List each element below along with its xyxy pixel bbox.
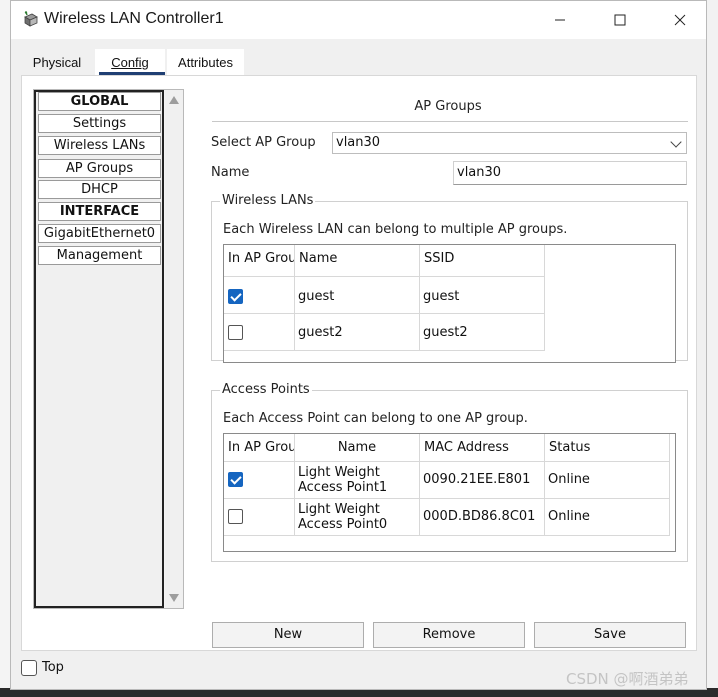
remove-button[interactable]: Remove: [373, 622, 525, 648]
ap-group-select-value: vlan30: [336, 135, 381, 150]
ap-name-line1: Light Weight: [298, 465, 380, 480]
name-label: Name: [211, 165, 250, 180]
table-header: Name: [295, 245, 420, 277]
ap-name-line2: Access Point0: [298, 517, 388, 532]
sidebar-item-ap-groups[interactable]: AP Groups: [38, 159, 161, 178]
ap-name-line1: Light Weight: [298, 502, 380, 517]
ap1-checkbox[interactable]: [228, 472, 243, 487]
config-sidebar: GLOBAL Settings Wireless LANs AP Groups …: [33, 89, 184, 609]
ap-group-select[interactable]: vlan30: [332, 132, 687, 154]
pane-title: AP Groups: [414, 99, 482, 114]
wlan-ssid-cell: guest: [420, 277, 545, 314]
app-window: Wireless LAN Controller1 Physical Config…: [10, 0, 707, 690]
chevron-down-icon: [670, 136, 682, 148]
sidebar-item-settings[interactable]: Settings: [38, 114, 161, 133]
scroll-up-icon[interactable]: [169, 96, 179, 104]
wireless-lans-table: In AP Grou Name SSID guest guest guest2 …: [223, 244, 676, 363]
access-points-table: In AP Grou Name MAC Address Status Light…: [223, 433, 676, 552]
title-bar: Wireless LAN Controller1: [11, 1, 706, 39]
close-icon: [674, 14, 686, 26]
table-row: [224, 277, 295, 314]
wlan-name-cell: guest2: [295, 314, 420, 351]
wlan-ssid-cell: guest2: [420, 314, 545, 351]
select-ap-group-label: Select AP Group: [211, 135, 316, 150]
sidebar-item-dhcp[interactable]: DHCP: [38, 180, 161, 199]
ap-mac-cell: 0090.21EE.E801: [420, 462, 545, 499]
table-header: MAC Address: [420, 434, 545, 462]
wireless-lans-description: Each Wireless LAN can belong to multiple…: [223, 222, 568, 237]
config-nav-list: GLOBAL Settings Wireless LANs AP Groups …: [34, 90, 164, 608]
pane-divider: [212, 121, 688, 122]
ap-status-cell: Online: [545, 462, 670, 499]
tab-attributes-label: Attributes: [178, 55, 233, 70]
wireless-lans-group: Wireless LANs Each Wireless LAN can belo…: [211, 193, 688, 363]
new-button[interactable]: New: [212, 622, 364, 648]
sidebar-item-gigabitethernet0[interactable]: GigabitEthernet0: [38, 224, 161, 243]
close-button[interactable]: [651, 1, 709, 39]
ap-name-line2: Access Point1: [298, 480, 388, 495]
maximize-button[interactable]: [591, 1, 649, 39]
wlan-guest2-checkbox[interactable]: [228, 325, 243, 340]
save-button[interactable]: Save: [534, 622, 686, 648]
table-header: In AP Grou: [224, 245, 295, 277]
wlan-guest-checkbox[interactable]: [228, 289, 243, 304]
access-points-description: Each Access Point can belong to one AP g…: [223, 411, 528, 426]
table-row: [224, 462, 295, 499]
ap-name-cell: Light Weight Access Point0: [295, 499, 420, 536]
ap0-checkbox[interactable]: [228, 509, 243, 524]
sidebar-item-interface[interactable]: INTERFACE: [38, 202, 161, 221]
ap-groups-pane: AP Groups Select AP Group vlan30 Name vl…: [200, 88, 690, 628]
ap-name-cell: Light Weight Access Point1: [295, 462, 420, 499]
wlan-name-cell: guest: [295, 277, 420, 314]
access-points-group: Access Points Each Access Point can belo…: [211, 382, 688, 562]
sidebar-item-wireless-lans[interactable]: Wireless LANs: [38, 136, 161, 155]
scroll-down-icon[interactable]: [169, 594, 179, 602]
tab-config-label: Config: [111, 55, 149, 70]
background-left-strip: [0, 0, 10, 697]
table-header: Status: [545, 434, 670, 462]
access-points-title: Access Points: [220, 382, 312, 397]
table-header: In AP Grou: [224, 434, 295, 462]
ap-status-cell: Online: [545, 499, 670, 536]
tab-physical-label: Physical: [32, 55, 82, 70]
name-field[interactable]: vlan30: [453, 161, 687, 185]
wireless-lans-title: Wireless LANs: [220, 193, 316, 208]
tab-config[interactable]: Config: [95, 49, 165, 75]
minimize-icon: [555, 19, 565, 21]
table-header: Name: [295, 434, 420, 462]
wireless-controller-icon: [24, 11, 38, 27]
tab-attributes[interactable]: Attributes: [167, 49, 244, 75]
ap-mac-cell: 000D.BD86.8C01: [420, 499, 545, 536]
table-header: SSID: [420, 245, 545, 277]
top-label: Top: [42, 660, 64, 675]
sidebar-scrollbar[interactable]: [165, 90, 183, 608]
tab-physical[interactable]: Physical: [21, 49, 93, 75]
table-row: [224, 314, 295, 351]
sidebar-item-global[interactable]: GLOBAL: [38, 92, 161, 111]
top-checkbox[interactable]: [21, 660, 37, 676]
maximize-icon: [614, 14, 626, 26]
config-panel: GLOBAL Settings Wireless LANs AP Groups …: [21, 75, 697, 651]
sidebar-item-management[interactable]: Management: [38, 246, 161, 265]
table-row: [224, 499, 295, 536]
minimize-button[interactable]: [531, 1, 589, 39]
window-title: Wireless LAN Controller1: [44, 10, 224, 27]
watermark-text: CSDN @啊酒弟弟: [566, 670, 689, 688]
